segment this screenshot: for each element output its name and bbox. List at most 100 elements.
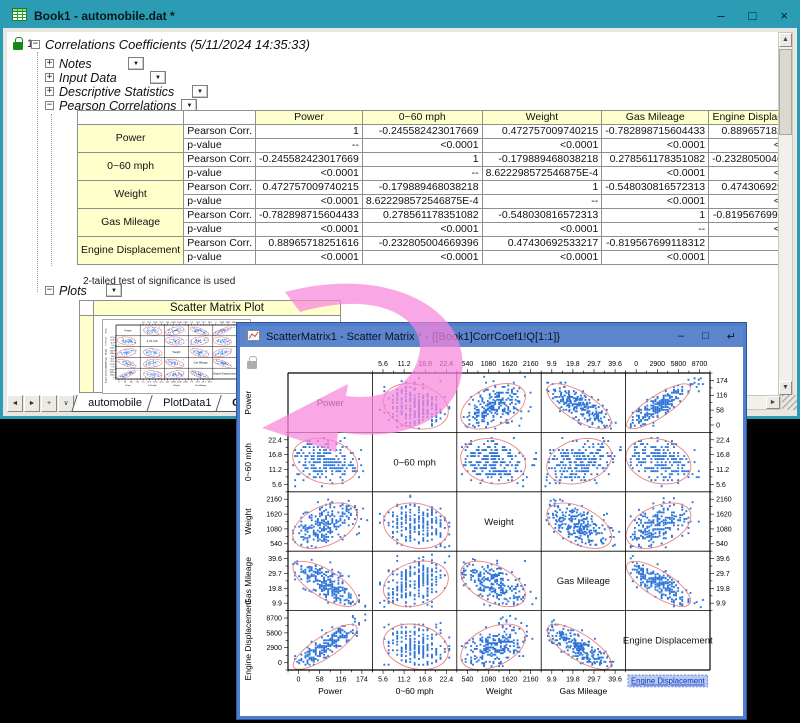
axis-tick-label: 5800: [671, 361, 687, 368]
dropdown-button[interactable]: ▼: [150, 71, 166, 84]
axis-tick-label: 0: [215, 322, 217, 324]
matrix-cell[interactable]: [614, 494, 703, 557]
matrix-cell[interactable]: [209, 335, 235, 347]
matrix-cell[interactable]: [140, 347, 166, 359]
recalculate-lock-icon[interactable]: [13, 42, 23, 50]
axis-tick-label: 22.4: [268, 437, 282, 444]
axis-tick-label: 9.9: [272, 601, 282, 608]
axis-tick-label: 2900: [220, 322, 225, 324]
scroll-down-icon[interactable]: ▼: [779, 381, 792, 395]
matrix-cell[interactable]: [115, 370, 138, 380]
tree-root[interactable]: − Correlations Coefficients (5/11/2024 1…: [31, 38, 310, 51]
matrix-cell[interactable]: [140, 325, 166, 337]
axis-tick-label: 29.7: [587, 676, 601, 683]
add-sheet-button[interactable]: +: [41, 395, 57, 412]
matrix-cell[interactable]: [162, 335, 188, 347]
matrix-cell[interactable]: [114, 335, 140, 347]
expand-box-icon[interactable]: +: [45, 59, 54, 68]
p-value: <0.0001: [602, 251, 709, 265]
axis-tick-label: 19.8: [716, 586, 730, 593]
matrix-cell[interactable]: [447, 429, 538, 493]
matrix-cell[interactable]: [613, 429, 704, 493]
minimize-button[interactable]: –: [678, 330, 684, 343]
matrix-cell[interactable]: [617, 555, 704, 613]
confidence-ellipse: [114, 335, 140, 347]
matrix-cell[interactable]: [283, 554, 367, 613]
axis-tick-label: 1620: [266, 512, 282, 519]
scroll-up-icon[interactable]: ▲: [779, 33, 792, 47]
axis-tick-label: 2900: [266, 645, 282, 652]
axis-tick-label: 39.6: [208, 381, 213, 383]
matrix-cell[interactable]: [285, 614, 366, 675]
matrix-cell[interactable]: [370, 374, 461, 438]
maximize-button[interactable]: □: [749, 8, 757, 23]
sheet-tab-automobile[interactable]: automobile: [71, 395, 158, 412]
axis-tick-label: 39.6: [110, 359, 115, 361]
matrix-cell[interactable]: [280, 494, 369, 557]
matrix-cell[interactable]: [280, 429, 371, 493]
matrix-cell[interactable]: [162, 325, 188, 336]
expand-box-icon[interactable]: +: [45, 87, 54, 96]
matrix-cell[interactable]: [370, 552, 461, 616]
tab-next-button[interactable]: ►: [24, 395, 40, 412]
matrix-cell[interactable]: [534, 429, 625, 493]
matrix-cell[interactable]: [370, 494, 461, 558]
scattermatrix-titlebar[interactable]: ScatterMatrix1 - Scatter Matrix * - {[Bo…: [240, 326, 743, 347]
tab-prev-button[interactable]: ◄: [7, 395, 23, 412]
matrix-cell[interactable]: [448, 375, 537, 438]
matrix-cell[interactable]: [449, 553, 537, 615]
tree-item-descriptive-statistics[interactable]: +Descriptive Statistics▼: [45, 85, 208, 98]
plot-title-header: Scatter Matrix Plot: [94, 301, 340, 316]
scrollbar-thumb[interactable]: [779, 49, 792, 135]
matrix-cell[interactable]: [162, 358, 187, 369]
dropdown-button[interactable]: ▼: [192, 85, 208, 98]
restore-button[interactable]: ↵: [727, 330, 736, 343]
expand-box-icon[interactable]: +: [45, 73, 54, 82]
selected-axis-label[interactable]: Engine Displacement: [628, 675, 708, 687]
maximize-button[interactable]: □: [702, 330, 709, 343]
matrix-cell[interactable]: [210, 358, 234, 369]
collapse-box-icon[interactable]: −: [31, 40, 40, 49]
matrix-cell[interactable]: [114, 347, 140, 358]
tree-item-plots[interactable]: − Plots ▼: [45, 284, 122, 297]
scatter-matrix-thumbnail[interactable]: Power0~60 mphWeightGas MileageEngine Dis…: [104, 321, 249, 389]
matrix-cell[interactable]: [370, 615, 461, 679]
axis-tick-label: 1620: [716, 512, 732, 519]
scattermatrix-window[interactable]: ScatterMatrix1 - Scatter Matrix * - {[Bo…: [237, 323, 746, 719]
scatter-matrix-plot[interactable]: Power0~60 mphWeightGas MileageEngine Dis…: [242, 348, 743, 717]
close-button[interactable]: ×: [780, 8, 788, 23]
matrix-diagonal-label: Weight: [173, 351, 181, 354]
axis-tick-label: 174: [356, 676, 368, 683]
pearson-value: 1: [362, 153, 482, 167]
matrix-cell[interactable]: [186, 335, 212, 347]
matrix-cell[interactable]: [537, 377, 621, 436]
minimize-button[interactable]: –: [717, 8, 724, 23]
scroll-right-icon[interactable]: ►: [766, 396, 780, 409]
pearson-value: 0.88965718251616: [256, 237, 363, 251]
x-axis-title: 0~60 mph: [148, 385, 157, 387]
axis-tick-label: 22.4: [716, 437, 730, 444]
matrix-cell[interactable]: [448, 615, 537, 678]
confidence-ellipse: [211, 326, 234, 336]
tree-item-input-data[interactable]: +Input Data▼: [45, 71, 166, 84]
matrix-cell[interactable]: [115, 358, 139, 369]
matrix-cell[interactable]: [619, 377, 704, 434]
tree-item-notes[interactable]: +Notes▼: [45, 57, 144, 70]
dropdown-button[interactable]: ▼: [128, 57, 144, 70]
book1-titlebar[interactable]: Book1 - automobile.dat * – □ ×: [3, 3, 797, 28]
scatter-points: [292, 559, 366, 608]
chevron-down-icon[interactable]: ▼: [111, 288, 117, 294]
matrix-cell[interactable]: [211, 326, 235, 336]
matrix-cell[interactable]: [140, 357, 166, 369]
collapse-box-icon[interactable]: −: [45, 286, 54, 295]
matrix-cell[interactable]: [209, 347, 235, 358]
matrix-diagonal-label: Engine Displacement: [213, 373, 237, 376]
matrix-cell[interactable]: [187, 347, 212, 358]
collapse-box-icon[interactable]: −: [45, 101, 54, 110]
vertical-scrollbar[interactable]: ▲ ▼: [778, 32, 793, 396]
matrix-cell[interactable]: [188, 370, 212, 381]
matrix-cell[interactable]: [538, 618, 621, 676]
matrix-cell[interactable]: [535, 495, 623, 557]
matrix-cell[interactable]: [187, 326, 211, 337]
resize-grip[interactable]: [782, 395, 797, 410]
